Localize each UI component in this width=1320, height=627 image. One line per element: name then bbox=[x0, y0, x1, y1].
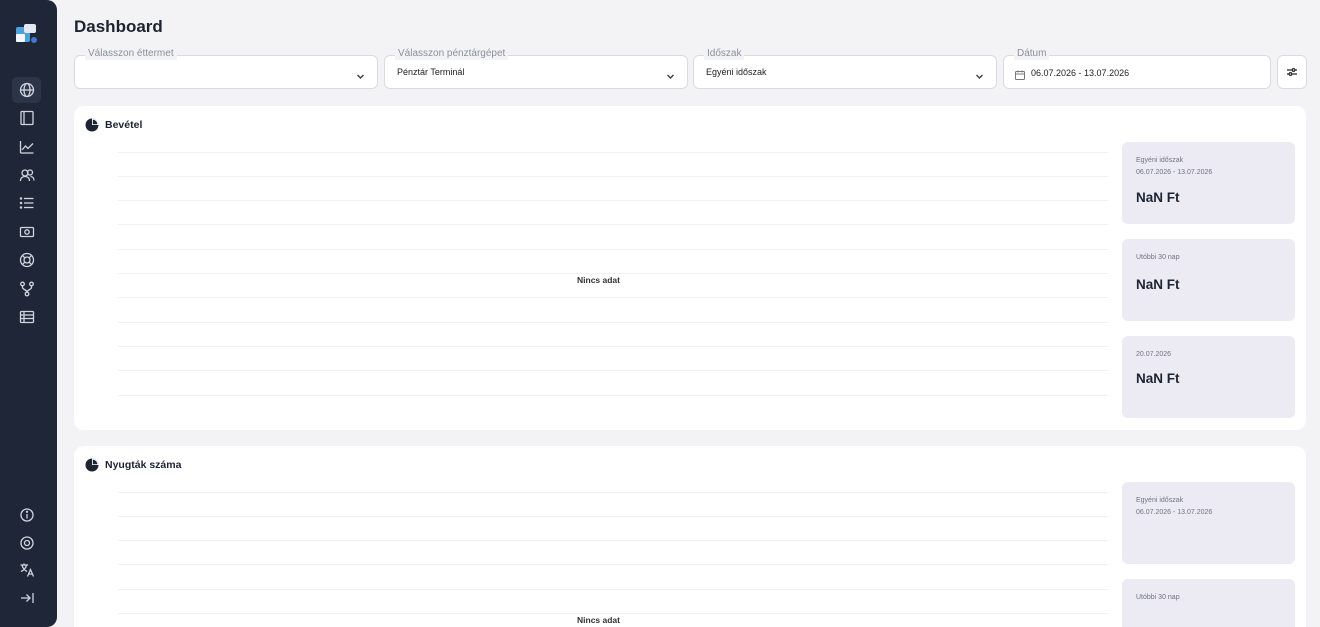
app-logo-icon[interactable] bbox=[16, 24, 38, 44]
filter-settings-button[interactable] bbox=[1277, 55, 1307, 89]
stat-value: NaN Ft bbox=[1136, 371, 1180, 386]
period-select-value: Egyéni időszak bbox=[706, 67, 767, 77]
lifebuoy-icon[interactable] bbox=[12, 247, 41, 273]
receipts-stat-last-30-days: Utóbbi 30 nap bbox=[1122, 579, 1295, 627]
receipts-plot-area bbox=[118, 486, 1108, 627]
translate-icon[interactable] bbox=[12, 557, 41, 583]
register-select-label: Válasszon pénztárgépet bbox=[395, 48, 509, 60]
users-icon[interactable] bbox=[12, 162, 41, 188]
stat-label: 20.07.2026 bbox=[1136, 351, 1172, 358]
revenue-stat-date: 20.07.2026 NaN Ft bbox=[1122, 336, 1295, 418]
restaurant-select[interactable]: Válasszon éttermet bbox=[74, 48, 378, 89]
receipts-stat-custom: Egyéni időszak 06.07.2026 - 13.07.2026 bbox=[1122, 482, 1295, 564]
sidebar bbox=[0, 0, 57, 627]
globe-icon[interactable] bbox=[12, 77, 41, 103]
info-icon[interactable] bbox=[12, 502, 41, 528]
stat-value: NaN Ft bbox=[1136, 190, 1180, 205]
stat-sublabel: 06.07.2026 - 13.07.2026 bbox=[1136, 509, 1213, 516]
revenue-title: Bevétel bbox=[105, 119, 143, 131]
book-icon[interactable] bbox=[12, 105, 41, 131]
register-select-value: Pénztár Terminál bbox=[397, 67, 465, 77]
chevron-down-icon bbox=[356, 68, 365, 80]
table-icon[interactable] bbox=[12, 304, 41, 330]
pie-chart-icon bbox=[85, 458, 99, 472]
revenue-card: Bevétel Nincs adat Egyéni időszak 06.07.… bbox=[74, 106, 1306, 430]
stat-label: Utóbbi 30 nap bbox=[1136, 254, 1180, 261]
stat-label: Utóbbi 30 nap bbox=[1136, 594, 1180, 601]
revenue-stat-custom: Egyéni időszak 06.07.2026 - 13.07.2026 N… bbox=[1122, 142, 1295, 224]
cash-icon[interactable] bbox=[12, 219, 41, 245]
receipts-card: Nyugták száma Nincs adat Egyéni időszak … bbox=[74, 446, 1306, 627]
list-icon[interactable] bbox=[12, 190, 41, 216]
fork-icon[interactable] bbox=[12, 276, 41, 302]
pie-chart-icon bbox=[85, 118, 99, 132]
revenue-empty-message: Nincs adat bbox=[577, 275, 620, 285]
stat-label: Egyéni időszak bbox=[1136, 157, 1184, 164]
restaurant-select-label: Válasszon éttermet bbox=[85, 48, 177, 60]
date-range-value: 06.07.2026 - 13.07.2026 bbox=[1031, 68, 1130, 78]
stat-label: Egyéni időszak bbox=[1136, 497, 1184, 504]
receipts-title: Nyugták száma bbox=[105, 459, 182, 471]
stat-value: NaN Ft bbox=[1136, 277, 1180, 292]
calendar-icon bbox=[1015, 67, 1025, 80]
sliders-icon bbox=[1287, 68, 1297, 76]
chevron-down-icon bbox=[975, 68, 984, 80]
register-select[interactable]: Válasszon pénztárgépet Pénztár Terminál bbox=[384, 48, 688, 89]
settings-icon[interactable] bbox=[12, 530, 41, 556]
receipts-empty-message: Nincs adat bbox=[577, 615, 620, 625]
line-chart-icon[interactable] bbox=[12, 134, 41, 160]
stat-sublabel: 06.07.2026 - 13.07.2026 bbox=[1136, 169, 1213, 176]
chevron-down-icon bbox=[666, 68, 675, 80]
period-select-label: Időszak bbox=[704, 48, 745, 60]
page-title: Dashboard bbox=[74, 17, 163, 36]
date-range-field[interactable]: Dátum 06.07.2026 - 13.07.2026 bbox=[1003, 48, 1271, 89]
revenue-stat-last-30-days: Utóbbi 30 nap NaN Ft bbox=[1122, 239, 1295, 321]
period-select[interactable]: Időszak Egyéni időszak bbox=[693, 48, 997, 89]
collapse-icon[interactable] bbox=[12, 585, 41, 611]
date-range-label: Dátum bbox=[1014, 48, 1050, 60]
